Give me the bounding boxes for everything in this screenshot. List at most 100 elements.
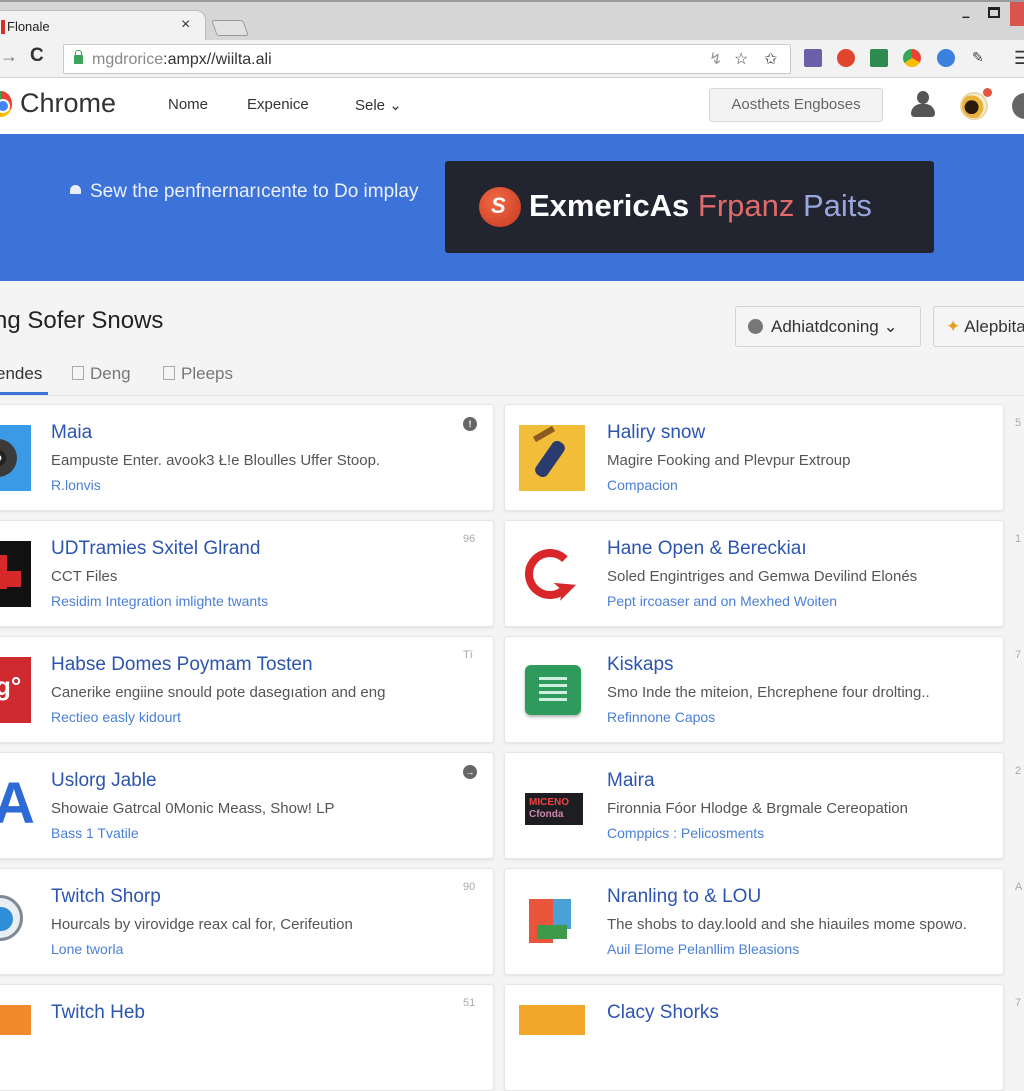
promo-card[interactable]: S ExmericAs Frpanz Paits — [445, 161, 934, 253]
orange-tile-thumbnail-icon — [0, 1005, 31, 1035]
header-action-button[interactable]: Aosthets Engboses — [709, 88, 883, 122]
wand-icon: ✦ — [946, 317, 961, 336]
url-text[interactable]: mgdrorice:ampx//wiilta.ali — [92, 51, 272, 69]
user-icon[interactable] — [911, 91, 935, 119]
more-options-icon[interactable] — [1012, 93, 1024, 119]
card-link[interactable]: Pept ircoaser and on Mexhed Woiten — [607, 593, 837, 609]
card-link[interactable]: Residim Integration imlighte twants — [51, 593, 268, 609]
nav-link-experience[interactable]: Expenice — [247, 96, 309, 113]
tab-close-icon[interactable]: × — [181, 16, 190, 34]
secondary-filter-button[interactable]: ✦ Alepbita — [933, 306, 1024, 347]
brand-name[interactable]: Chrome — [20, 88, 116, 119]
card-title[interactable]: Nranling to & LOU — [607, 886, 761, 908]
yellow-figure-thumbnail-icon — [519, 425, 585, 491]
card-meta: 1 — [1015, 533, 1022, 545]
result-card[interactable]: MICENO Cfonda Maira Fironnia Fóor Hlodge … — [504, 752, 1021, 859]
cd-extension-icon[interactable] — [937, 49, 955, 67]
card-title[interactable]: Clacy Shorks — [607, 1002, 719, 1024]
card-link[interactable]: Compacion — [607, 477, 678, 493]
avatar[interactable] — [960, 92, 988, 120]
address-bar[interactable]: mgdrorice:ampx//wiilta.ali ↯ ☆ ✩ — [63, 44, 791, 74]
card-meta: 51 — [463, 997, 476, 1009]
card-description: Smo Inde the miteion, Ehcrephene four dr… — [607, 684, 930, 701]
section-title: ng Sofer Snows — [0, 307, 164, 334]
promo-logo-icon: S — [479, 187, 521, 227]
card-meta: Tī — [463, 649, 473, 661]
result-card[interactable]: Twitch Heb 51 — [0, 984, 494, 1091]
card-title[interactable]: Twitch Heb — [51, 1002, 145, 1024]
card-meta: 96 — [463, 533, 476, 545]
grid-extension-icon[interactable] — [870, 49, 888, 67]
minimize-button[interactable]: – — [962, 8, 970, 24]
tab-endes[interactable]: endes — [0, 364, 42, 384]
result-card[interactable]: Nranling to & LOU The shobs to day.loold… — [504, 868, 1022, 975]
chrome-logo-icon — [0, 91, 12, 117]
result-card[interactable]: Twitch Shorp Hourcals by virovidge reax … — [0, 868, 494, 975]
red-cursor-thumbnail-icon: ➤ — [519, 541, 585, 608]
card-description: Hourcals by virovidge reax cal for, Ceri… — [51, 916, 353, 933]
browser-toolbar: → C mgdrorice:ampx//wiilta.ali ↯ ☆ ✩ ✎ ☰ — [0, 40, 1024, 78]
card-link[interactable]: Auil Elome Pelanllim Bleasions — [607, 941, 799, 957]
card-title[interactable]: Habse Domes Poymam Tosten — [51, 654, 313, 676]
maximize-button[interactable] — [988, 7, 1000, 18]
card-meta: 7 — [1015, 649, 1022, 661]
section-tabs: endes Deng Pleeps — [0, 358, 1024, 396]
card-description: Eampuste Enter. avook3 Ł!e Bloulles Uffe… — [51, 452, 381, 469]
card-title[interactable]: Maira — [607, 770, 655, 792]
close-window-button[interactable] — [1010, 2, 1024, 26]
card-title[interactable]: Hane Open & Bereckiaı — [607, 538, 807, 560]
chrome-extension-icon[interactable] — [903, 49, 921, 67]
card-link[interactable]: Refinnone Capos — [607, 709, 715, 725]
star-icon[interactable]: ☆ — [734, 49, 748, 69]
result-card[interactable]: Maia Eampuste Enter. avook3 Ł!e Bloulles… — [0, 404, 494, 511]
card-meta: A — [1015, 881, 1023, 893]
forward-icon[interactable]: → — [0, 46, 18, 67]
bookmark-star-icon[interactable]: ✩ — [764, 49, 777, 69]
card-meta: 90 — [463, 881, 476, 893]
card-description: Showaie Gatrcal 0Monic Meass, Show! LP — [51, 800, 335, 817]
card-title[interactable]: UDTramies Sxitel Glrand — [51, 538, 260, 560]
result-card[interactable]: Haliry snow Magire Fooking and Plevpur E… — [504, 404, 1021, 511]
sort-dropdown[interactable]: Adhiatdconing ⌄ — [735, 306, 921, 347]
card-description: Magire Fooking and Plevpur Extroup — [607, 452, 851, 469]
tab-favicon-icon — [1, 20, 5, 34]
new-tab-button[interactable] — [211, 20, 249, 36]
grid-icon — [163, 366, 175, 380]
site-header: Chrome Nome Expenice Sele ⌄ Aosthets Eng… — [0, 78, 1024, 134]
result-card[interactable]: g° Habse Domes Poymam Tosten Canerike en… — [0, 636, 494, 743]
card-link[interactable]: Lone tworla — [51, 941, 123, 957]
card-description: Fironnia Fóor Hlodge & Brgmale Cereopati… — [607, 800, 908, 817]
blue-disc-thumbnail-icon — [0, 889, 31, 955]
card-link[interactable]: Rectieo easly kidourt — [51, 709, 181, 725]
card-description: Canerike engiine snould pote dasegıation… — [51, 684, 386, 701]
nav-link-select-dropdown[interactable]: Sele ⌄ — [355, 96, 402, 114]
pen-extension-icon[interactable]: ✎ — [972, 49, 990, 67]
banner-text: Sew the penfnernarıcente to Do implay — [90, 181, 419, 202]
card-title[interactable]: Haliry snow — [607, 422, 705, 444]
card-title[interactable]: Maia — [51, 422, 92, 444]
card-link[interactable]: Bass 1 Tvatile — [51, 825, 139, 841]
card-description: CCT Files — [51, 568, 118, 585]
result-card[interactable]: ➤ Hane Open & Bereckiaı Soled Engintrige… — [504, 520, 1021, 627]
result-card[interactable]: UDTramies Sxitel Glrand CCT Files Residi… — [0, 520, 494, 627]
card-link[interactable]: R.lonvis — [51, 477, 101, 493]
result-card[interactable]: Kiskaps Smo Inde the miteion, Ehcrephene… — [504, 636, 1021, 743]
menu-icon[interactable]: ☰ — [1014, 48, 1024, 69]
photo-extension-icon[interactable] — [804, 49, 822, 67]
green-doc-thumbnail-icon — [519, 657, 585, 723]
result-card[interactable]: A Uslorg Jable Showaie Gatrcal 0Monic Me… — [0, 752, 494, 859]
tab-pleeps[interactable]: Pleeps — [163, 364, 233, 384]
reload-icon[interactable]: C — [30, 45, 44, 67]
card-title[interactable]: Kiskaps — [607, 654, 674, 676]
nav-link-home[interactable]: Nome — [168, 96, 208, 113]
lock-icon — [74, 50, 83, 64]
tab-deng[interactable]: Deng — [72, 364, 131, 384]
browser-tab[interactable]: Flonale × — [0, 10, 206, 42]
card-title[interactable]: Uslorg Jable — [51, 770, 157, 792]
orange-tile-thumbnail-icon — [519, 1005, 585, 1035]
card-link[interactable]: Comppics : Pelicosments — [607, 825, 764, 841]
cast-icon[interactable]: ↯ — [709, 49, 722, 69]
result-card[interactable]: Clacy Shorks 7 — [504, 984, 1021, 1091]
card-title[interactable]: Twitch Shorp — [51, 886, 161, 908]
recorder-extension-icon[interactable] — [837, 49, 855, 67]
